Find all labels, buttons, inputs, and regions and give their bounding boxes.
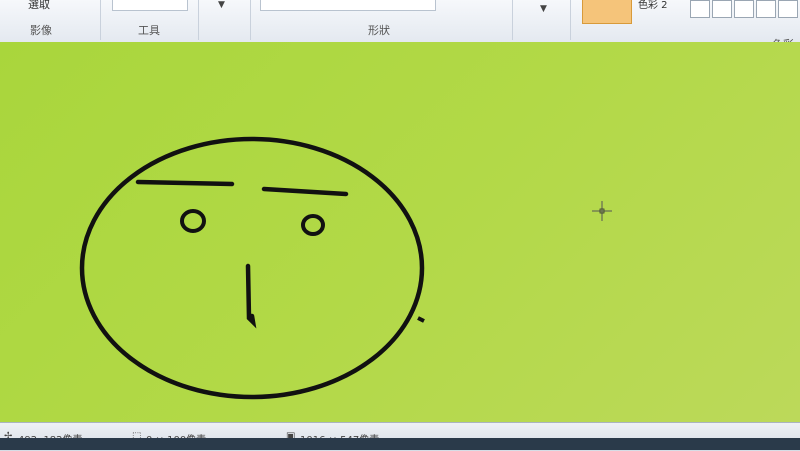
color2-label[interactable]: 色彩 2 <box>638 0 668 11</box>
tools-strip[interactable] <box>112 0 188 11</box>
color-swatch[interactable] <box>690 0 710 18</box>
ribbon-separator <box>250 0 251 40</box>
color-swatch[interactable] <box>712 0 732 18</box>
crosshair-cursor-icon <box>592 201 612 221</box>
canvas-area[interactable] <box>0 42 800 422</box>
ribbon-separator <box>198 0 199 40</box>
ribbon-separator <box>100 0 101 40</box>
ribbon-separator <box>512 0 513 40</box>
ribbon: 選取 影像 工具 ▼ 形狀 ▼ 色彩 2 色彩 <box>0 0 800 43</box>
shapes-group-label: 形狀 <box>368 24 390 37</box>
select-tool-label[interactable]: 選取 <box>28 0 50 12</box>
image-group-label: 影像 <box>30 24 52 37</box>
color-swatch[interactable] <box>778 0 798 18</box>
brushes-dropdown-icon[interactable]: ▼ <box>218 0 225 10</box>
color1-button[interactable] <box>582 0 632 24</box>
color-swatch[interactable] <box>734 0 754 18</box>
size-dropdown-icon[interactable]: ▼ <box>540 4 547 14</box>
taskbar <box>0 438 800 450</box>
color-swatch[interactable] <box>756 0 776 18</box>
ribbon-separator <box>570 0 571 40</box>
tools-group-label: 工具 <box>138 24 160 37</box>
shapes-gallery[interactable] <box>260 0 436 11</box>
drawing-canvas[interactable] <box>0 42 800 422</box>
